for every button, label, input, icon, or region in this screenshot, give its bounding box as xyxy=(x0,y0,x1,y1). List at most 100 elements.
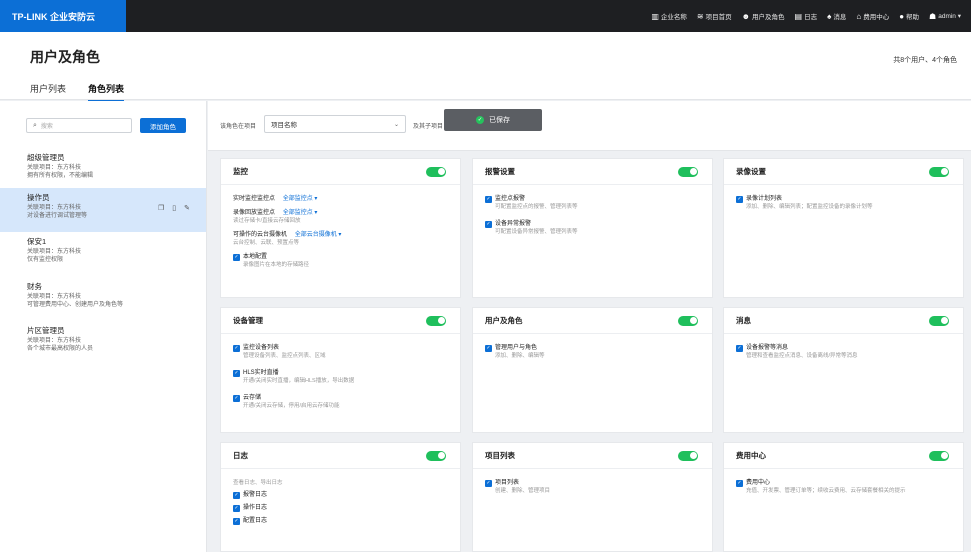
perm-label: 监控设备列表 xyxy=(243,345,280,351)
role-project: 关联项目：东方科技 xyxy=(27,248,82,255)
nav-user-menu[interactable]: ☗ admin ▾ xyxy=(929,12,961,21)
role-desc: 拥有所有权限，不能编辑 xyxy=(27,173,94,179)
search-input[interactable]: ⌕ 搜索 xyxy=(26,118,132,133)
perm-desc: 开通/关闭实时直播，编辑HLS播放，导出数据 xyxy=(243,378,355,384)
card-monitor: 监控 实时监控监控点 全部监控点 ▾ 录像回放监控点 全部监控点 ▾ 读过存储卡/… xyxy=(220,158,461,298)
playback-scope-dropdown[interactable]: 全部监控点 ▾ xyxy=(283,209,318,217)
toast-text: 已保存 xyxy=(489,117,510,124)
top-bar: TP-LINK 企业安防云 ▥ 企业名称 ≋ 项目首页 ☻ 用户及角色 ▤ 日志 ♠ 消息… xyxy=(0,0,971,32)
role-item[interactable]: 财务 关联项目：东方科技 可管理费用中心、创建用户及角色等 xyxy=(0,277,206,321)
card-user-role: 用户及角色 ✓ 管理用户与角色 添加、删除、编辑等 xyxy=(472,307,713,433)
project-select-value: 项目名称 xyxy=(271,122,297,129)
monitor-toggle[interactable] xyxy=(426,166,446,177)
nav-log[interactable]: ▤ 日志 xyxy=(795,11,818,22)
nav-company[interactable]: ▥ 企业名称 xyxy=(651,11,687,22)
device-list-checkbox[interactable]: ✓ xyxy=(233,344,240,352)
perm-desc: 录像图片在本地的存储路径 xyxy=(243,262,310,268)
copy-icon[interactable]: ❐ xyxy=(158,205,164,214)
card-device: 设备管理 ✓ 监控设备列表 管理设备列表、监控点列表、区域 ✓ HLS实时直播 开通/关… xyxy=(220,307,461,433)
role-item[interactable]: 保安1 关联项目：东方科技 仅有监控权限 xyxy=(0,232,206,276)
user-role-toggle[interactable] xyxy=(678,315,698,326)
nav-label: 日志 xyxy=(804,14,818,21)
check-circle-icon: ✓ xyxy=(476,116,484,124)
local-config-checkbox[interactable]: ✓ xyxy=(233,253,240,261)
nav-users-roles[interactable]: ☻ 用户及角色 xyxy=(742,11,785,22)
project-list-checkbox[interactable]: ✓ xyxy=(485,479,492,487)
perm-label: 设备异常报警 xyxy=(495,221,532,227)
perm-label: 云存储 xyxy=(243,395,262,401)
fee-toggle[interactable] xyxy=(929,450,949,461)
perm-desc: 充值、开发票、管理订单等；续收云费用、云存储套餐相关的提示 xyxy=(746,488,906,494)
card-title: 报警设置 xyxy=(485,167,515,176)
perm-desc: 管理和查看监控点消息、设备离线/异常等消息 xyxy=(746,353,858,359)
project-select[interactable]: 项目名称 ⌄ xyxy=(264,115,406,133)
cloud-storage-checkbox[interactable]: ✓ xyxy=(233,394,240,402)
edit-icon[interactable]: ✎ xyxy=(184,205,190,214)
projects-toggle[interactable] xyxy=(678,450,698,461)
perm-desc: 可配置设备异常报警、管理列表等 xyxy=(495,229,578,235)
nav-help[interactable]: ● 帮助 xyxy=(899,11,920,22)
config-log-checkbox[interactable]: ✓ xyxy=(233,517,240,525)
saved-toast: ✓ 已保存 xyxy=(444,109,542,131)
perm-label: 管理用户与角色 xyxy=(495,345,538,351)
role-item[interactable]: 超级管理员 关联项目：东方科技 拥有所有权限，不能编辑 xyxy=(0,148,206,188)
role-item[interactable]: 片区管理员 关联项目：东方科技 各个城市最高权限的人员 xyxy=(0,321,206,365)
role-actions: ❐ ▯ ✎ xyxy=(158,205,190,214)
fee-center-checkbox[interactable]: ✓ xyxy=(736,479,743,487)
role-project: 关联项目：东方科技 xyxy=(27,164,82,171)
record-plan-checkbox[interactable]: ✓ xyxy=(736,195,743,203)
nav-fee-center[interactable]: ⌂ 费用中心 xyxy=(856,11,889,22)
alarm-toggle[interactable] xyxy=(678,166,698,177)
card-projects: 项目列表 ✓ 项目列表 创建、删除、管理项目 xyxy=(472,442,713,552)
alarm-message-checkbox[interactable]: ✓ xyxy=(736,344,743,352)
perm-label: 监控点报警 xyxy=(495,196,526,202)
hls-live-checkbox[interactable]: ✓ xyxy=(233,369,240,377)
search-icon: ⌕ xyxy=(33,121,37,129)
nav-label: 企业名称 xyxy=(660,14,687,21)
page-header: 用户及角色 共8个用户、4个角色 用户列表 角色列表 xyxy=(0,32,971,102)
perm-label: 报警日志 xyxy=(243,492,268,498)
device-toggle[interactable] xyxy=(426,315,446,326)
perm-desc: 管理设备列表、监控点列表、区域 xyxy=(243,353,326,359)
realtime-scope-dropdown[interactable]: 全部监控点 ▾ xyxy=(283,195,318,203)
perm-label: 配置日志 xyxy=(243,518,268,524)
perm-label: 项目列表 xyxy=(495,480,520,486)
card-message: 消息 ✓ 设备报警等消息 管理和查看监控点消息、设备离线/异常等消息 xyxy=(723,307,964,433)
perm-label: 可操作的云台摄像机 xyxy=(233,232,288,238)
chevron-down-icon: ⌄ xyxy=(393,121,399,128)
tab-role-list[interactable]: 角色列表 xyxy=(88,82,125,102)
role-item-selected[interactable]: 操作员 关联项目：东方科技 对设备进行调试管理等 ❐ ▯ ✎ xyxy=(0,188,206,232)
delete-icon[interactable]: ▯ xyxy=(172,205,176,214)
role-name: 保安1 xyxy=(27,237,47,246)
perm-label: 本地配置 xyxy=(243,254,268,260)
nav-label: 用户及角色 xyxy=(752,14,785,21)
manage-users-checkbox[interactable]: ✓ xyxy=(485,344,492,352)
card-title: 录像设置 xyxy=(736,167,766,176)
role-desc: 仅有监控权限 xyxy=(27,257,64,263)
message-toggle[interactable] xyxy=(929,315,949,326)
app-logo[interactable]: TP-LINK 企业安防云 xyxy=(0,0,126,32)
perm-label: 录像回放监控点 xyxy=(233,210,276,216)
user-role-summary: 共8个用户、4个角色 xyxy=(893,57,957,64)
nav-project-home[interactable]: ≋ 项目首页 xyxy=(697,11,732,22)
user-icon: ☗ xyxy=(929,11,937,21)
role-name: 片区管理员 xyxy=(27,326,65,335)
nav-label: admin ▾ xyxy=(938,13,961,20)
ptz-scope-dropdown[interactable]: 全部云台摄像机 ▾ xyxy=(295,231,342,239)
nav-messages[interactable]: ♠ 消息 xyxy=(827,11,846,22)
record-toggle[interactable] xyxy=(929,166,949,177)
nav-label: 帮助 xyxy=(906,14,920,21)
perm-desc: 开通/关闭云存储，停用/启用云存储功能 xyxy=(243,403,340,409)
alarm-point-checkbox[interactable]: ✓ xyxy=(485,195,492,203)
card-title: 项目列表 xyxy=(485,451,515,460)
add-role-button[interactable]: 添加角色 xyxy=(140,118,186,133)
page-title: 用户及角色 xyxy=(30,49,100,65)
operation-log-checkbox[interactable]: ✓ xyxy=(233,504,240,512)
alarm-log-checkbox[interactable]: ✓ xyxy=(233,491,240,499)
device-exception-checkbox[interactable]: ✓ xyxy=(485,220,492,228)
tab-user-list[interactable]: 用户列表 xyxy=(30,82,66,100)
perm-desc: 可配置监控点的报警、管理列表等 xyxy=(495,204,578,210)
perm-label: 录像计划列表 xyxy=(746,196,783,202)
search-placeholder: 搜索 xyxy=(40,124,53,130)
log-toggle[interactable] xyxy=(426,450,446,461)
